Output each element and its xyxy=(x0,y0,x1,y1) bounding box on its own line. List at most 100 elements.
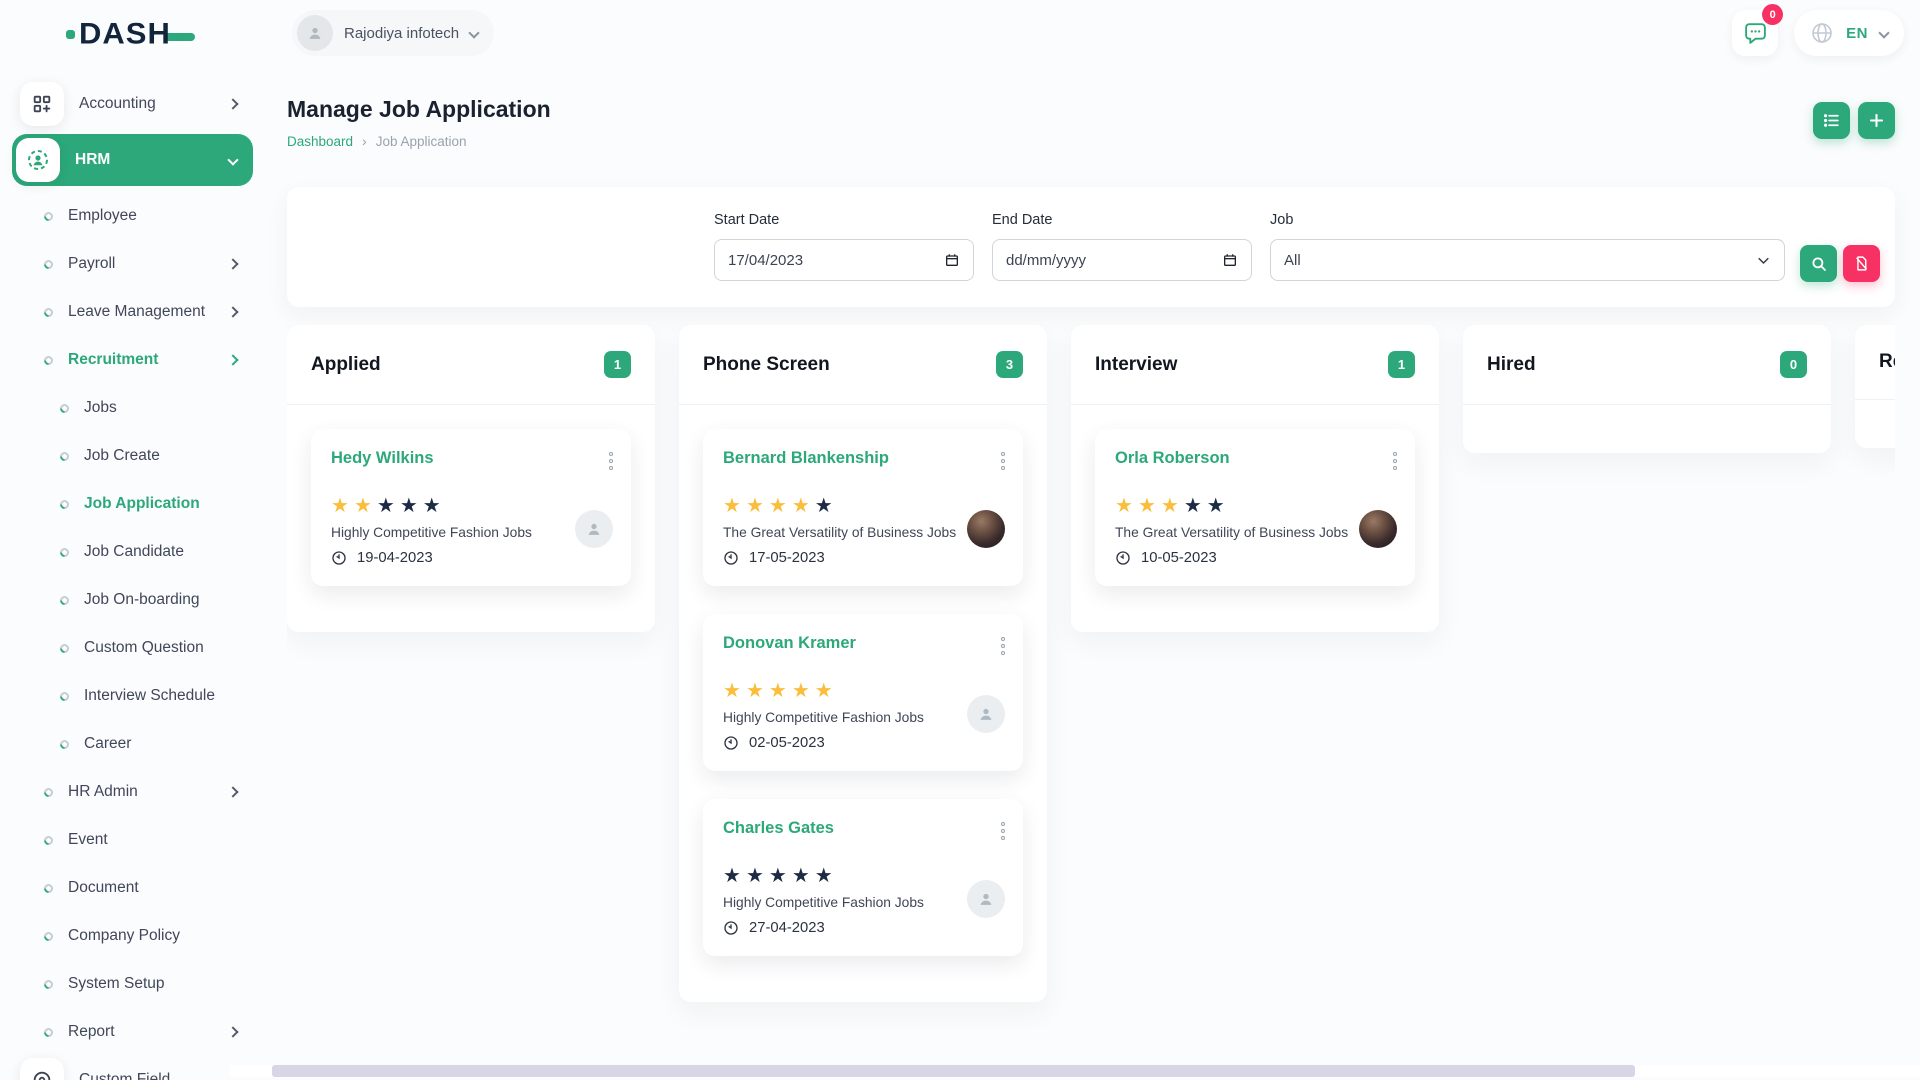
app-logo[interactable]: DASH xyxy=(66,16,195,52)
sidebar-item-label: Interview Schedule xyxy=(84,687,215,705)
topbar: DASH Rajodiya infotech 0 EN xyxy=(0,0,1920,70)
person-icon xyxy=(976,889,996,909)
card-menu-icon[interactable] xyxy=(609,449,614,473)
sidebar-item-company-policy[interactable]: Company Policy xyxy=(12,912,253,960)
breadcrumb-dashboard-link[interactable]: Dashboard xyxy=(287,134,353,149)
applied-date: 17-05-2023 xyxy=(723,550,1003,566)
apps-grid-icon xyxy=(31,93,53,115)
sidebar-item-job-create[interactable]: Job Create xyxy=(12,432,253,480)
chevron-icon xyxy=(227,98,238,109)
application-card[interactable]: Charles Gates ★★★★★ Highly Competitive F… xyxy=(703,799,1023,956)
bullet-icon xyxy=(42,306,55,319)
sidebar-item-payroll[interactable]: Payroll xyxy=(12,240,253,288)
job-label: Job xyxy=(1270,212,1785,228)
list-view-button[interactable] xyxy=(1813,102,1850,139)
sidebar-item-interview-schedule[interactable]: Interview Schedule xyxy=(12,672,253,720)
horizontal-scrollbar-track xyxy=(230,1065,1920,1077)
sidebar-item-label: Job On-boarding xyxy=(84,591,199,609)
application-card[interactable]: Donovan Kramer ★★★★★ Highly Competitive … xyxy=(703,614,1023,771)
date-text: 17-05-2023 xyxy=(749,550,825,566)
sidebar-item-label: Career xyxy=(84,735,131,753)
clock-icon xyxy=(723,920,739,936)
star-icon: ★ xyxy=(769,866,787,886)
sidebar-item-event[interactable]: Event xyxy=(12,816,253,864)
start-date-input[interactable]: 17/04/2023 xyxy=(714,239,974,281)
sidebar-item-job-application[interactable]: Job Application xyxy=(12,480,253,528)
page-header: Manage Job Application Dashboard › Job A… xyxy=(287,96,1895,149)
column-body: Orla Roberson ★★★★★ The Great Versatilit… xyxy=(1071,405,1439,632)
star-icon: ★ xyxy=(377,496,395,516)
application-card[interactable]: Orla Roberson ★★★★★ The Great Versatilit… xyxy=(1095,429,1415,586)
chat-bubble-icon xyxy=(1743,21,1768,46)
applied-date: 10-05-2023 xyxy=(1115,550,1395,566)
messages-button[interactable]: 0 xyxy=(1732,10,1778,56)
company-switcher[interactable]: Rajodiya infotech xyxy=(292,10,494,56)
filter-buttons xyxy=(1800,245,1880,307)
breadcrumb-current: Job Application xyxy=(376,134,467,149)
rating-stars: ★★★★★ xyxy=(331,496,611,516)
star-icon: ★ xyxy=(1161,496,1179,516)
end-date-field: End Date dd/mm/yyyy xyxy=(992,212,1252,307)
sidebar-item-career[interactable]: Career xyxy=(12,720,253,768)
plus-icon xyxy=(1867,111,1886,130)
clear-filter-icon xyxy=(1853,255,1870,272)
candidate-name-link[interactable]: Donovan Kramer xyxy=(723,634,856,653)
start-date-value: 17/04/2023 xyxy=(728,252,803,269)
sidebar-item-label: Custom Field xyxy=(79,1071,170,1080)
sidebar-item-hrm[interactable]: HRM xyxy=(12,134,253,186)
sidebar-item-report[interactable]: Report xyxy=(12,1008,253,1056)
kanban-column-phone-screen: Phone Screen 3 Bernard Blankenship ★★★★★… xyxy=(679,325,1047,1002)
card-menu-icon[interactable] xyxy=(1393,449,1398,473)
sidebar-item-label: Company Policy xyxy=(68,927,180,945)
sidebar-item-label: Jobs xyxy=(84,399,117,417)
add-application-button[interactable] xyxy=(1858,102,1895,139)
candidate-name-link[interactable]: Orla Roberson xyxy=(1115,449,1230,468)
card-menu-icon[interactable] xyxy=(1001,819,1006,843)
candidate-name-link[interactable]: Charles Gates xyxy=(723,819,834,838)
sidebar-item-custom-field[interactable]: Custom Field xyxy=(12,1056,253,1080)
card-menu-icon[interactable] xyxy=(1001,449,1006,473)
sidebar-item-system-setup[interactable]: System Setup xyxy=(12,960,253,1008)
sidebar-item-label: Job Candidate xyxy=(84,543,184,561)
bullet-icon xyxy=(42,882,55,895)
sidebar-item-icon xyxy=(16,138,60,182)
sidebar-item-leave-management[interactable]: Leave Management xyxy=(12,288,253,336)
job-select[interactable]: All xyxy=(1270,239,1785,281)
breadcrumb-separator-icon: › xyxy=(362,133,367,149)
candidate-name-link[interactable]: Bernard Blankenship xyxy=(723,449,889,468)
sidebar-item-jobs[interactable]: Jobs xyxy=(12,384,253,432)
breadcrumb: Dashboard › Job Application xyxy=(287,133,1895,149)
candidate-name-link[interactable]: Hedy Wilkins xyxy=(331,449,434,468)
job-title: The Great Versatility of Business Jobs xyxy=(1115,525,1360,540)
sidebar-item-recruitment[interactable]: Recruitment xyxy=(12,336,253,384)
calendar-icon xyxy=(1222,252,1238,268)
horizontal-scrollbar-thumb[interactable] xyxy=(272,1065,1635,1077)
sidebar-item-job-candidate[interactable]: Job Candidate xyxy=(12,528,253,576)
main-content: Manage Job Application Dashboard › Job A… xyxy=(287,70,1920,1080)
sidebar-item-hr-admin[interactable]: HR Admin xyxy=(12,768,253,816)
company-name: Rajodiya infotech xyxy=(344,25,459,42)
column-count-badge: 3 xyxy=(996,351,1023,378)
card-menu-icon[interactable] xyxy=(1001,634,1006,658)
search-button[interactable] xyxy=(1800,245,1837,282)
end-date-input[interactable]: dd/mm/yyyy xyxy=(992,239,1252,281)
sidebar-item-document[interactable]: Document xyxy=(12,864,253,912)
star-icon: ★ xyxy=(746,496,764,516)
clear-filter-button[interactable] xyxy=(1843,245,1880,282)
job-field: Job All xyxy=(1270,212,1785,307)
sidebar-item-accounting[interactable]: Accounting xyxy=(12,80,253,128)
star-icon: ★ xyxy=(792,866,810,886)
sidebar-item-employee[interactable]: Employee xyxy=(12,192,253,240)
application-card[interactable]: Bernard Blankenship ★★★★★ The Great Vers… xyxy=(703,429,1023,586)
bullet-icon xyxy=(58,498,71,511)
column-count-badge: 1 xyxy=(1388,351,1415,378)
star-icon: ★ xyxy=(769,681,787,701)
sidebar-item-job-on-boarding[interactable]: Job On-boarding xyxy=(12,576,253,624)
sidebar-item-custom-question[interactable]: Custom Question xyxy=(12,624,253,672)
applied-date: 19-04-2023 xyxy=(331,550,611,566)
language-selector[interactable]: EN xyxy=(1794,10,1904,56)
star-icon: ★ xyxy=(746,866,764,886)
start-date-field: Start Date 17/04/2023 xyxy=(714,212,974,307)
application-card[interactable]: Hedy Wilkins ★★★★★ Highly Competitive Fa… xyxy=(311,429,631,586)
sidebar-item-label: Report xyxy=(68,1023,115,1041)
